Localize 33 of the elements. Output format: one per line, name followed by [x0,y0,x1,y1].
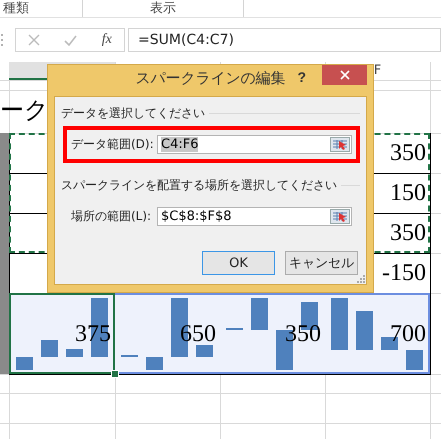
row-header[interactable] [0,133,9,173]
range-field[interactable]: C4:F6 [157,135,352,154]
cell-value: -150 [382,260,426,286]
check-icon[interactable] [64,34,78,46]
insert-function-button[interactable]: fx [102,32,112,48]
help-button[interactable]: ? [291,68,312,86]
cell-value: 150 [390,180,426,206]
sheet-title: ーク [0,98,49,124]
field-label: 場所の範囲(L): [71,208,152,225]
row-header[interactable] [0,293,9,374]
dialog-title: スパークラインの編集 [136,68,286,88]
cell-value: 700 [390,321,426,348]
ribbon-group-label: 表示 [83,0,244,17]
dialog-button[interactable]: OK [202,251,275,275]
dialog-button[interactable]: キャンセル [285,251,358,275]
cell-value: 350 [390,220,426,246]
cell-value: 375 [75,321,111,348]
sparkline-cell[interactable]: 700 [325,293,430,374]
range-field[interactable]: $C$8:$F$8 [157,207,352,226]
fill-handle[interactable] [111,370,119,378]
ribbon-group-label: 種類 [0,0,83,17]
formula-field[interactable]: =SUM(C4:C7) [128,28,441,52]
field-label: データ範囲(D): [71,136,155,153]
group-heading: スパークラインを配置する場所を選択してください [61,177,337,194]
range-picker-icon[interactable] [330,137,350,152]
grip-icon [0,33,4,47]
close-icon[interactable] [340,70,350,80]
resize-grip-icon[interactable] [357,275,365,283]
cancel-icon[interactable] [28,34,40,46]
close-button[interactable] [322,65,367,85]
cell-value: 350 [390,140,426,166]
group-heading: データを選択してください [61,105,205,122]
range-picker-icon[interactable] [330,209,350,224]
